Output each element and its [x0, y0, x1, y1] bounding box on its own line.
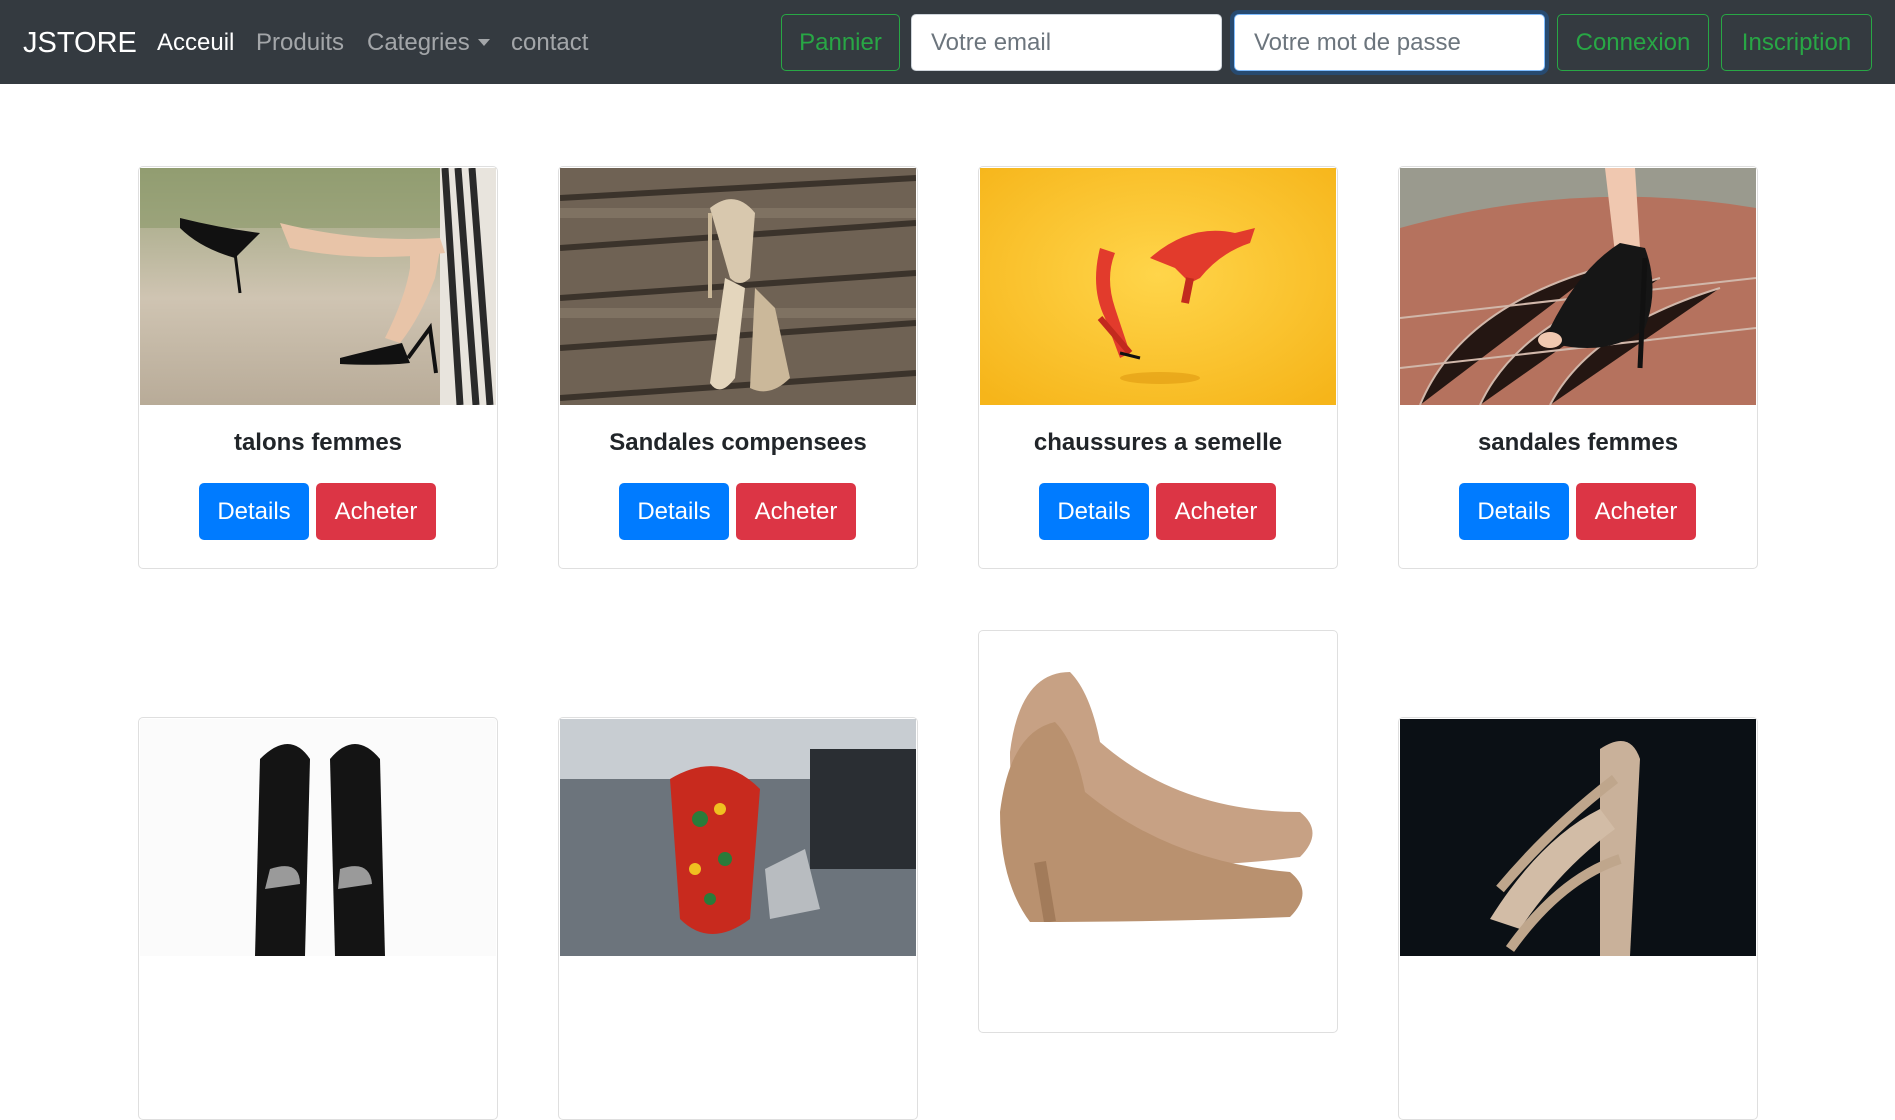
buy-button[interactable]: Acheter — [1576, 483, 1696, 540]
nav-link-contact[interactable]: contact — [511, 27, 588, 59]
password-input[interactable] — [1234, 14, 1545, 71]
product-photo-sandals-wood — [560, 168, 916, 405]
product-photo-red-sandals-yellow — [980, 168, 1336, 405]
nav-dropdown-categories[interactable]: Categries — [367, 27, 490, 59]
product-card — [138, 717, 498, 1120]
product-image[interactable] — [980, 168, 1336, 405]
product-name: chaussures a semelle — [1033, 429, 1283, 456]
brand-logo[interactable]: JSTORE — [23, 25, 137, 61]
product-image[interactable] — [560, 168, 916, 405]
details-button[interactable]: Details — [1039, 483, 1149, 540]
product-photo-peep-toe-brick — [1400, 168, 1756, 405]
product-card — [978, 630, 1338, 1033]
product-photo-strappy-sandal-dark — [1400, 719, 1756, 956]
details-button[interactable]: Details — [619, 483, 729, 540]
product-card — [558, 717, 918, 1120]
signup-button[interactable]: Inscription — [1721, 14, 1872, 71]
nav-link-produits[interactable]: Produits — [256, 27, 344, 59]
product-name: talons femmes — [233, 429, 403, 456]
product-photo-black-pumps — [140, 719, 496, 956]
product-image[interactable] — [140, 168, 496, 405]
product-card: chaussures a semelle Details Acheter — [978, 166, 1338, 569]
product-image[interactable] — [1400, 719, 1756, 956]
chevron-down-icon — [477, 39, 490, 46]
navbar: JSTORE Acceuil Produits Categries contac… — [0, 0, 1895, 84]
product-photo-nude-pumps — [980, 632, 1336, 922]
product-card: Sandales compensees Details Acheter — [558, 166, 918, 569]
product-photo-heels-legs — [140, 168, 496, 405]
product-name: Sandales compensees — [609, 429, 867, 456]
product-image[interactable] — [560, 719, 916, 956]
nav-dropdown-label: Categries — [367, 29, 470, 56]
login-button[interactable]: Connexion — [1557, 14, 1709, 71]
product-name: sandales femmes — [1477, 429, 1679, 456]
details-button[interactable]: Details — [199, 483, 309, 540]
cart-button[interactable]: Pannier — [781, 14, 900, 71]
nav-link-acceuil[interactable]: Acceuil — [157, 27, 234, 59]
product-image[interactable] — [1400, 168, 1756, 405]
product-image[interactable] — [980, 632, 1336, 922]
product-card: talons femmes Details Acheter — [138, 166, 498, 569]
details-button[interactable]: Details — [1459, 483, 1569, 540]
product-photo-floral-heels — [560, 719, 916, 956]
buy-button[interactable]: Acheter — [736, 483, 856, 540]
product-card: sandales femmes Details Acheter — [1398, 166, 1758, 569]
product-card — [1398, 717, 1758, 1120]
email-input[interactable] — [911, 14, 1222, 71]
buy-button[interactable]: Acheter — [316, 483, 436, 540]
product-image[interactable] — [140, 719, 496, 956]
buy-button[interactable]: Acheter — [1156, 483, 1276, 540]
